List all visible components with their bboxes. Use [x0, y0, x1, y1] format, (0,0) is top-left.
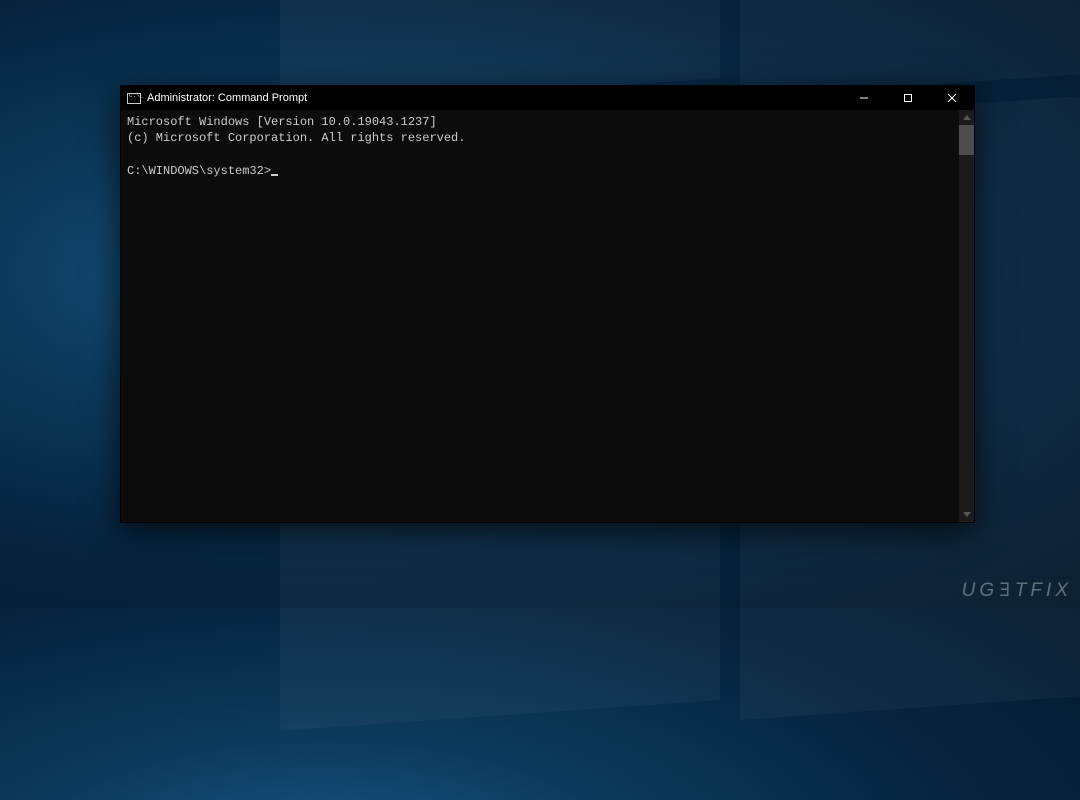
terminal-line-version: Microsoft Windows [Version 10.0.19043.12… [127, 115, 437, 129]
terminal-prompt: C:\WINDOWS\system32> [127, 164, 271, 178]
cmd-icon [127, 93, 141, 104]
watermark: UGƎTFIX [962, 580, 1072, 602]
scroll-thumb[interactable] [959, 125, 974, 155]
minimize-button[interactable] [842, 86, 886, 110]
cursor [271, 174, 278, 176]
terminal-output[interactable]: Microsoft Windows [Version 10.0.19043.12… [121, 110, 959, 522]
scroll-up-arrow[interactable] [959, 110, 974, 125]
scroll-down-arrow[interactable] [959, 507, 974, 522]
window-title: Administrator: Command Prompt [147, 92, 307, 104]
command-prompt-window: Administrator: Command Prompt Microsoft … [120, 85, 975, 523]
close-button[interactable] [930, 86, 974, 110]
maximize-button[interactable] [886, 86, 930, 110]
vertical-scrollbar[interactable] [959, 110, 974, 522]
window-controls [842, 86, 974, 110]
titlebar[interactable]: Administrator: Command Prompt [121, 86, 974, 110]
terminal-line-copyright: (c) Microsoft Corporation. All rights re… [127, 131, 465, 145]
